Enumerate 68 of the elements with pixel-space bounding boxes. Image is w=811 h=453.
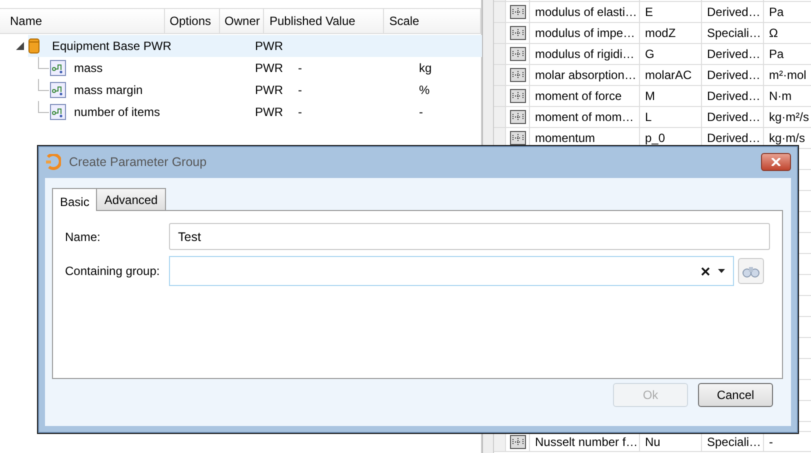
close-icon [771, 158, 781, 166]
close-button[interactable] [761, 153, 791, 171]
dialog-title: Create Parameter Group [69, 154, 207, 171]
dialog-button[interactable]: Cancel [698, 383, 773, 407]
grid-icon [510, 68, 526, 82]
quantity-name: modulus of elasti… [530, 2, 640, 22]
app-logo-icon [45, 154, 61, 170]
owner-text: PWR [255, 60, 283, 77]
grid-icon [510, 110, 526, 124]
owner-text: PWR [255, 104, 283, 121]
name-input[interactable]: Test [169, 223, 770, 250]
quantity-type: Derived… [702, 86, 764, 106]
tree-line [38, 57, 49, 69]
column-header[interactable]: Published Value [264, 9, 384, 33]
quantity-name: modulus of rigidi… [530, 44, 640, 64]
binoculars-icon [742, 264, 760, 278]
tree-line [38, 101, 49, 113]
quantity-type: Derived… [702, 107, 764, 127]
parameter-icon [50, 60, 66, 76]
quantity-unit: Pa [764, 2, 811, 22]
quantity-unit: Ω [764, 23, 811, 43]
quantity-type: Derived… [702, 65, 764, 85]
column-header[interactable]: Scale [384, 9, 481, 33]
grid-icon [510, 89, 526, 103]
expander-icon[interactable] [16, 42, 24, 50]
published-value: - [298, 60, 302, 77]
tree-line [38, 79, 49, 91]
parameter-name: mass margin [74, 82, 143, 99]
quantity-type: Derived… [702, 2, 764, 22]
quantity-unit: kg·m²/s [764, 107, 811, 127]
parameter-name: number of items [74, 104, 160, 121]
quantity-name: moment of force [530, 86, 640, 106]
column-header[interactable]: Options [164, 9, 220, 33]
quantity-unit: m²·mol [764, 65, 811, 85]
clear-icon [701, 266, 710, 276]
quantity-type: Derived… [702, 44, 764, 64]
parameter-icon [50, 104, 66, 120]
grid-icon [510, 26, 526, 40]
quantity-name: molar absorption… [530, 65, 640, 85]
group-name: Equipment Base PWR [52, 38, 172, 55]
quantity-type: Speciali… [702, 23, 764, 43]
scale-text: % [419, 82, 430, 99]
cylinder-icon [28, 38, 40, 54]
field-label: Containing group: [65, 263, 161, 280]
field-label: Name: [65, 228, 102, 246]
owner-text: PWR [255, 82, 283, 99]
grid-icon [510, 5, 526, 19]
combo-box[interactable] [169, 256, 734, 286]
published-value: - [298, 104, 302, 121]
grid-icon [510, 131, 526, 145]
quantity-unit: Pa [764, 44, 811, 64]
grid-icon [510, 434, 526, 448]
tab[interactable]: Basic [52, 188, 98, 211]
binoculars-button[interactable] [738, 258, 764, 284]
column-header[interactable]: Name [0, 9, 165, 33]
published-value: - [298, 82, 302, 99]
caret-icon [718, 269, 725, 273]
quantity-name: modulus of impe… [530, 23, 640, 43]
owner-text: PWR [255, 38, 283, 55]
parameter-name: mass [74, 60, 103, 77]
tab[interactable]: Advanced [96, 188, 166, 211]
column-header[interactable]: Owner [220, 9, 264, 33]
quantity-name: moment of mom… [530, 107, 640, 127]
scale-text: kg [419, 60, 432, 77]
quantity-unit: N·m [764, 86, 811, 106]
grid-icon [510, 47, 526, 61]
parameter-icon [50, 82, 66, 98]
scale-text: - [419, 104, 423, 121]
